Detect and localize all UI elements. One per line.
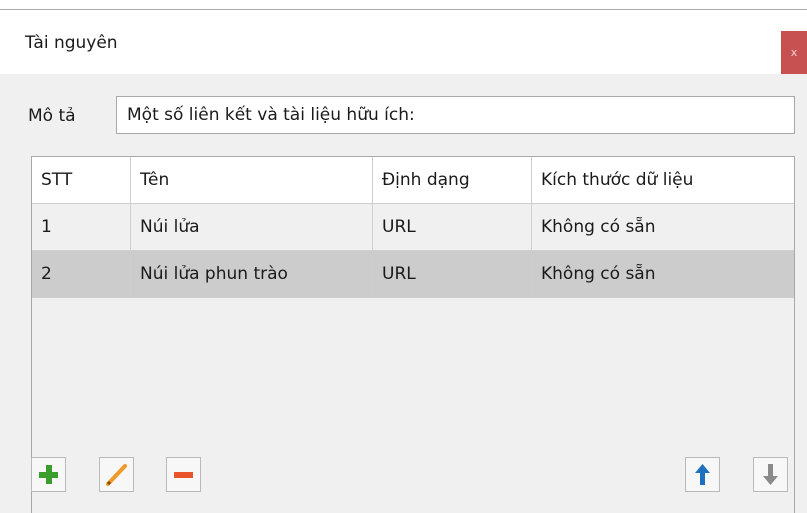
pencil-icon: [106, 464, 127, 486]
close-icon: x: [790, 46, 798, 59]
arrow-down-icon: [763, 464, 778, 485]
dialog-body: Mô tả Một số liên kết và tài liệu hữu íc…: [0, 74, 807, 513]
resources-table: STT Tên Định dạng Kích thước dữ liệu 1 N…: [31, 156, 795, 513]
row-name: Núi lửa: [131, 204, 373, 250]
plus-icon: [39, 465, 58, 484]
column-header-name[interactable]: Tên: [131, 157, 373, 203]
row-name: Núi lửa phun trào: [131, 251, 373, 297]
move-down-button[interactable]: [753, 457, 788, 492]
move-up-button[interactable]: [685, 457, 720, 492]
table-row[interactable]: 1 Núi lửa URL Không có sẵn: [32, 204, 794, 251]
row-format: URL: [373, 204, 532, 250]
add-button[interactable]: [31, 457, 66, 492]
description-input[interactable]: Một số liên kết và tài liệu hữu ích:: [116, 96, 795, 134]
column-header-stt[interactable]: STT: [32, 157, 131, 203]
edit-button[interactable]: [99, 457, 134, 492]
dialog-title: Tài nguyên: [25, 33, 118, 53]
row-format: URL: [373, 251, 532, 297]
minus-icon: [174, 472, 193, 478]
arrow-up-icon: [695, 464, 710, 485]
row-stt: 1: [32, 204, 131, 250]
remove-button[interactable]: [166, 457, 201, 492]
row-size: Không có sẵn: [541, 264, 656, 284]
column-header-size[interactable]: Kích thước dữ liệu: [532, 157, 794, 203]
title-bar: Tài nguyên x: [0, 10, 807, 74]
table-row-selected[interactable]: 2 Núi lửa phun trào URL Không có sẵn: [32, 251, 794, 298]
table-header: STT Tên Định dạng Kích thước dữ liệu: [32, 157, 794, 204]
row-size: Không có sẵn: [541, 217, 656, 237]
close-button[interactable]: x: [781, 31, 807, 74]
row-stt: 2: [32, 251, 131, 297]
column-header-format[interactable]: Định dạng: [373, 157, 532, 203]
resources-dialog: Tài nguyên x Mô tả Một số liên kết và tà…: [0, 0, 807, 513]
description-label: Mô tả: [28, 106, 76, 126]
